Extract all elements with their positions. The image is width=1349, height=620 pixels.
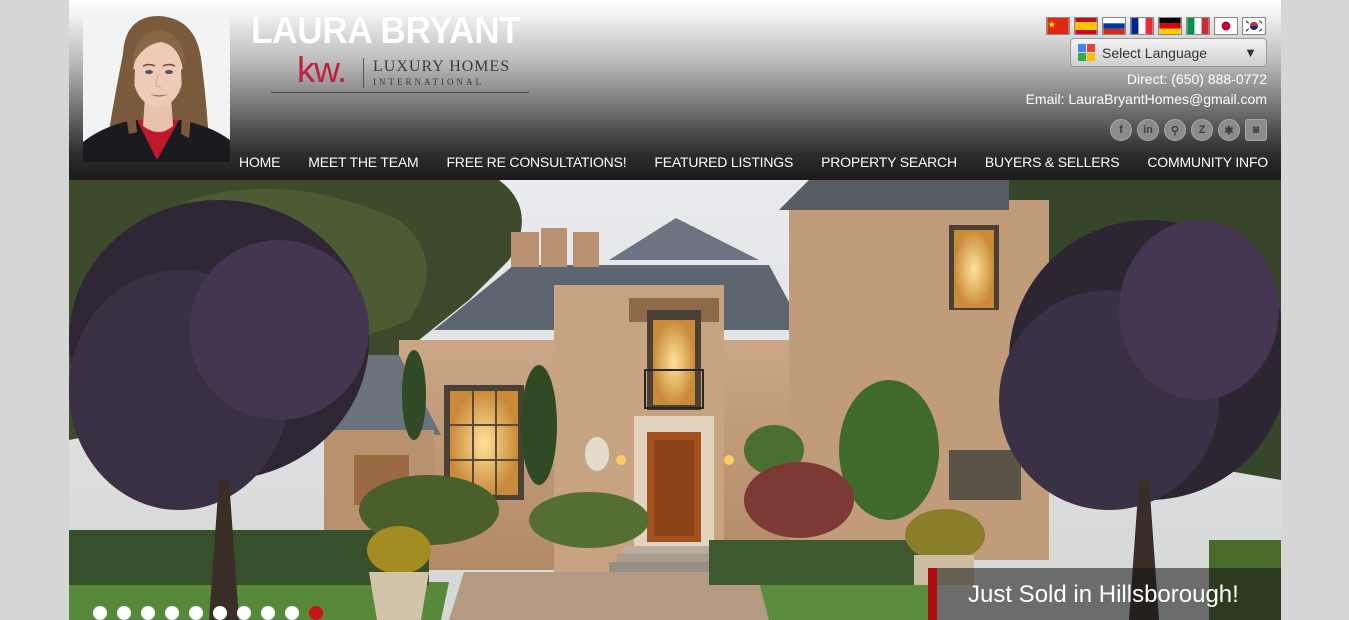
kw-logo-mark: kw. xyxy=(297,49,347,90)
japan-flag[interactable] xyxy=(1214,17,1238,35)
hero-slideshow[interactable]: Just Sold in Hillsborough! xyxy=(69,180,1281,620)
logo-rule xyxy=(271,92,529,93)
brand-name: LAURA BRYANT xyxy=(251,10,521,52)
language-select-label: Select Language xyxy=(1102,44,1208,61)
social-links: f in ⚲ Z ✱ ◙ xyxy=(1110,119,1267,141)
slide-dot[interactable] xyxy=(117,606,131,620)
page: LAURA BRYANT kw. LUXURY HOMES INTERNATIO… xyxy=(69,0,1281,620)
slide-dot[interactable] xyxy=(141,606,155,620)
map-pin-icon[interactable]: ⚲ xyxy=(1164,119,1186,141)
slide-dot[interactable] xyxy=(261,606,275,620)
slide-caption[interactable]: Just Sold in Hillsborough! xyxy=(928,568,1281,620)
caption-text: Just Sold in Hillsborough! xyxy=(968,581,1239,608)
france-flag[interactable] xyxy=(1130,17,1154,35)
yelp-icon[interactable]: ✱ xyxy=(1218,119,1240,141)
hero-house-photo xyxy=(69,180,1281,620)
germany-flag[interactable] xyxy=(1158,17,1182,35)
nav-community-info[interactable]: COMMUNITY INFO xyxy=(1147,154,1268,170)
slide-dot[interactable] xyxy=(93,606,107,620)
korea-flag[interactable] xyxy=(1242,17,1266,35)
slide-dot-active[interactable] xyxy=(309,606,323,620)
logo-divider xyxy=(363,58,364,88)
division-name: LUXURY HOMES xyxy=(373,58,511,75)
italy-flag[interactable] xyxy=(1186,17,1210,35)
agent-headshot xyxy=(83,14,230,162)
main-nav: HOME MEET THE TEAM FREE RE CONSULTATIONS… xyxy=(239,154,1268,170)
division-subtitle: INTERNATIONAL xyxy=(373,77,484,87)
nav-featured-listings[interactable]: FEATURED LISTINGS xyxy=(654,154,793,170)
slide-pagination xyxy=(93,606,323,620)
spain-flag[interactable] xyxy=(1074,17,1098,35)
zillow-icon[interactable]: Z xyxy=(1191,119,1213,141)
language-flags xyxy=(1046,17,1266,35)
brand-logo[interactable]: LAURA BRYANT kw. LUXURY HOMES INTERNATIO… xyxy=(251,10,531,110)
facebook-icon[interactable]: f xyxy=(1110,119,1132,141)
direct-phone[interactable]: Direct: (650) 888-0772 xyxy=(1127,71,1267,87)
linkedin-icon[interactable]: in xyxy=(1137,119,1159,141)
contact-email[interactable]: Email: LauraBryantHomes@gmail.com xyxy=(1026,91,1267,107)
china-flag[interactable] xyxy=(1046,17,1070,35)
slide-dot[interactable] xyxy=(189,606,203,620)
google-translate-icon xyxy=(1078,44,1095,61)
nav-meet-the-team[interactable]: MEET THE TEAM xyxy=(308,154,418,170)
language-select[interactable]: Select Language ▼ xyxy=(1070,38,1267,67)
slide-dot[interactable] xyxy=(213,606,227,620)
caption-accent-bar xyxy=(928,568,937,620)
slide-dot[interactable] xyxy=(237,606,251,620)
nav-property-search[interactable]: PROPERTY SEARCH xyxy=(821,154,957,170)
nav-free-re-consultations[interactable]: FREE RE CONSULTATIONS! xyxy=(446,154,626,170)
nav-buyers-sellers[interactable]: BUYERS & SELLERS xyxy=(985,154,1120,170)
instagram-icon[interactable]: ◙ xyxy=(1245,119,1267,141)
site-header: LAURA BRYANT kw. LUXURY HOMES INTERNATIO… xyxy=(69,0,1281,180)
chevron-down-icon: ▼ xyxy=(1244,45,1257,60)
slide-dot[interactable] xyxy=(285,606,299,620)
russia-flag[interactable] xyxy=(1102,17,1126,35)
nav-home[interactable]: HOME xyxy=(239,154,280,170)
slide-dot[interactable] xyxy=(165,606,179,620)
